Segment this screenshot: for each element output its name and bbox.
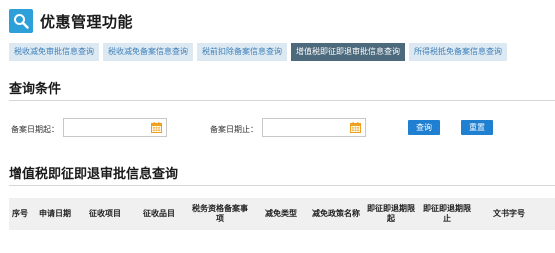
reset-button[interactable]: 重置: [461, 120, 493, 135]
results-section-title: 增值税即征即退审批信息查询: [9, 167, 179, 182]
query-section-title: 查询条件: [9, 82, 62, 97]
tab-vat-refund-approval[interactable]: 增值税即征即退审批信息查询: [291, 43, 405, 61]
tab-income-tax-credit-filing[interactable]: 所得税抵免备案信息查询: [409, 43, 507, 61]
column-header-document-number: 文书字号: [493, 209, 525, 218]
end-date-field[interactable]: [262, 118, 366, 137]
column-header-tax-item: 征收项目: [89, 209, 121, 218]
column-header-relief-type: 减免类型: [265, 209, 297, 218]
column-header-policy-name: 减免政策名称: [312, 209, 360, 218]
column-header-tax-subitem: 征收品目: [143, 209, 175, 218]
calendar-icon[interactable]: [350, 122, 361, 133]
tab-pretax-deduction-filing[interactable]: 税前扣除备案信息查询: [197, 43, 287, 61]
results-table-header: 序号 申请日期 征收项目 征收品目 税务资格备案事项 减免类型 减免政策名称 即…: [9, 198, 555, 230]
end-date-label: 备案日期止：: [210, 125, 258, 134]
tab-tax-relief-filing[interactable]: 税收减免备案信息查询: [103, 43, 193, 61]
divider: [9, 100, 555, 101]
column-header-period-start: 即征即退期限起: [367, 204, 415, 223]
search-icon: [9, 9, 33, 33]
divider: [9, 185, 555, 186]
start-date-field[interactable]: [63, 118, 167, 137]
query-button[interactable]: 查询: [408, 120, 440, 135]
page-title: 优惠管理功能: [40, 12, 134, 31]
column-header-period-end: 即征即退期限止: [423, 204, 471, 223]
start-date-label: 备案日期起：: [11, 125, 59, 134]
column-header-apply-date: 申请日期: [39, 209, 71, 218]
calendar-icon[interactable]: [151, 122, 162, 133]
tab-tax-relief-approval[interactable]: 税收减免审批信息查询: [9, 43, 99, 61]
column-header-filing-matter: 税务资格备案事项: [192, 204, 248, 223]
page-header: 优惠管理功能: [9, 8, 133, 34]
column-header-index: 序号: [12, 209, 28, 218]
tab-bar: 税收减免审批信息查询 税收减免备案信息查询 税前扣除备案信息查询 增值税即征即退…: [9, 43, 507, 61]
